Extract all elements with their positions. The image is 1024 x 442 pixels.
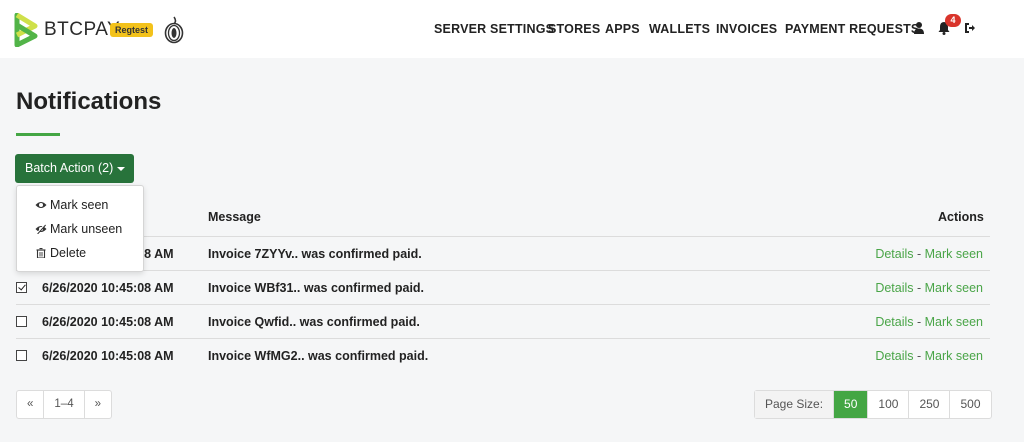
menu-item-mark-unseen[interactable]: Mark unseen [35,222,122,236]
page-size-option-50[interactable]: 50 [834,391,869,418]
mark-seen-link[interactable]: Mark seen [925,349,983,363]
row-checkbox[interactable] [16,350,27,361]
batch-action-label: Batch Action (2) [25,161,114,175]
pager-next-button[interactable]: » [85,391,111,418]
row-message: Invoice WfMG2.. was confirmed paid. [208,349,429,363]
row-checkbox[interactable] [16,282,27,293]
tor-onion-icon [164,16,184,44]
trash-icon [36,248,46,258]
user-icon[interactable] [913,21,925,35]
pagination: « 1–4 » [16,390,112,419]
page-size-option-100[interactable]: 100 [868,391,910,418]
row-message: Invoice 7ZYYv.. was confirmed paid. [208,247,422,261]
row-date: 6/26/2020 10:45:08 AM [42,281,174,295]
brand-name[interactable]: BTCPAY [44,19,120,41]
page-size-label: Page Size: [755,391,835,418]
network-badge: Regtest [110,23,154,37]
mark-seen-link[interactable]: Mark seen [925,247,983,261]
column-header-message[interactable]: Message [208,210,261,224]
title-underline [16,133,60,136]
top-navbar: BTCPAY Regtest SERVER SETTINGS STORES AP… [0,0,1024,58]
page-title: Notifications [16,88,162,115]
action-separator: - [913,315,925,329]
details-link[interactable]: Details [875,315,913,329]
table-row: 6/26/2020 10:45:08 AM Invoice 7ZYYv.. wa… [16,237,990,270]
column-header-actions: Actions [938,210,984,224]
batch-action-menu: Mark seen Mark unseen Delete [16,185,144,272]
row-message: Invoice Qwfid.. was confirmed paid. [208,315,420,329]
row-actions: Details - Mark seen [875,349,983,363]
logout-icon[interactable] [964,21,976,35]
action-separator: - [913,247,925,261]
table-row: 6/26/2020 10:45:08 AM Invoice Qwfid.. wa… [16,305,990,338]
mark-seen-link[interactable]: Mark seen [925,315,983,329]
menu-item-label: Delete [50,246,87,260]
details-link[interactable]: Details [875,247,913,261]
caret-down-icon [117,166,126,171]
page-size-selector: Page Size: 50 100 250 500 [754,390,992,419]
table-row: 6/26/2020 10:45:08 AM Invoice WfMG2.. wa… [16,339,990,372]
row-date: 6/26/2020 10:45:08 AM [42,349,174,363]
mark-seen-link[interactable]: Mark seen [925,281,983,295]
nav-stores[interactable]: STORES [548,22,600,36]
pager-range: 1–4 [44,391,85,418]
table-row: 6/26/2020 10:45:08 AM Invoice WBf31.. wa… [16,271,990,304]
page-size-option-250[interactable]: 250 [909,391,951,418]
details-link[interactable]: Details [875,281,913,295]
menu-item-label: Mark seen [50,198,109,212]
menu-item-delete[interactable]: Delete [35,246,86,260]
menu-item-mark-seen[interactable]: Mark seen [35,198,108,212]
nav-apps[interactable]: APPS [605,22,640,36]
eye-icon [35,202,47,208]
row-checkbox[interactable] [16,316,27,327]
eye-slash-icon [35,224,47,234]
details-link[interactable]: Details [875,349,913,363]
batch-action-button[interactable]: Batch Action (2) [15,154,134,183]
nav-server-settings[interactable]: SERVER SETTINGS [434,22,554,36]
notification-count-badge: 4 [945,14,961,27]
nav-payment-requests[interactable]: PAYMENT REQUESTS [785,22,919,36]
row-actions: Details - Mark seen [875,281,983,295]
page-size-option-500[interactable]: 500 [950,391,990,418]
row-date: 6/26/2020 10:45:08 AM [42,315,174,329]
pager-prev-button[interactable]: « [17,391,45,418]
row-message: Invoice WBf31.. was confirmed paid. [208,281,425,295]
row-actions: Details - Mark seen [875,247,983,261]
action-separator: - [913,349,925,363]
nav-invoices[interactable]: INVOICES [716,22,777,36]
btcpay-logo-icon[interactable] [14,13,38,47]
nav-wallets[interactable]: WALLETS [649,22,710,36]
action-separator: - [913,281,925,295]
row-actions: Details - Mark seen [875,315,983,329]
menu-item-label: Mark unseen [50,222,123,236]
